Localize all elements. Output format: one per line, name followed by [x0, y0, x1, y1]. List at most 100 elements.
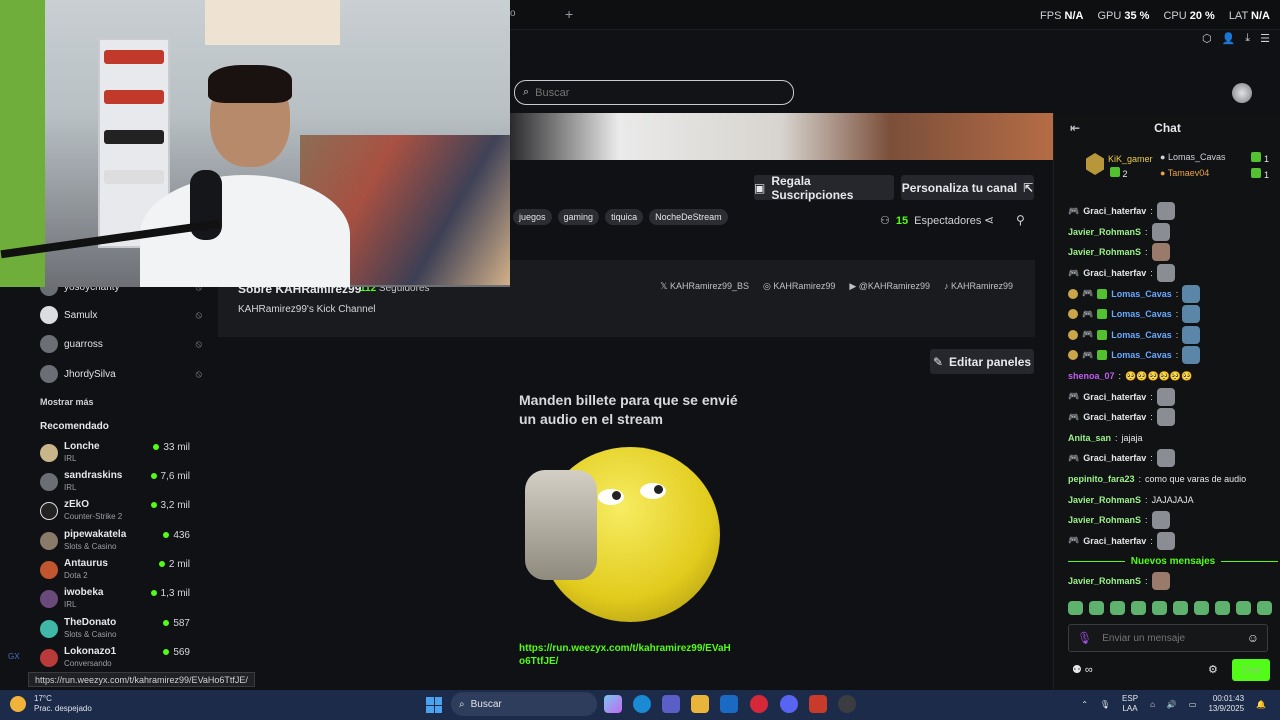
network-icon[interactable]: ⌂	[1150, 700, 1155, 709]
send-chat-button[interactable]: Chat	[1232, 659, 1270, 681]
battery-icon[interactable]: ▭	[1189, 700, 1197, 709]
chat-username[interactable]: Graci_haterfav	[1083, 392, 1146, 402]
emote-icon[interactable]	[1194, 601, 1209, 615]
follow-user-icon[interactable]: ⚲	[1016, 213, 1025, 227]
search-input[interactable]	[535, 86, 766, 99]
chat-username[interactable]: Lomas_Cavas	[1111, 330, 1172, 340]
chat-username[interactable]: Lomas_Cavas	[1111, 289, 1172, 299]
outlook-icon[interactable]	[720, 695, 738, 713]
chat-username[interactable]: Javier_RohmanS	[1068, 576, 1141, 586]
emote-icon[interactable]	[1215, 601, 1230, 615]
edge-icon[interactable]	[633, 695, 651, 713]
x-link[interactable]: 𝕏 KAHRamirez99_BS	[660, 281, 749, 292]
leader-name[interactable]: ● Lomas_Cavas	[1160, 152, 1225, 162]
tag-juegos[interactable]: juegos	[513, 209, 552, 225]
youtube-link[interactable]: ▶ @KAHRamirez99	[849, 281, 930, 292]
show-more-link[interactable]: Mostrar más	[40, 397, 94, 407]
customize-channel-button[interactable]: Personaliza tu canal ⇱	[901, 175, 1034, 200]
chat-input-box[interactable]: 🎙 ☺	[1068, 624, 1268, 652]
leader-name[interactable]: ● Tamaev04	[1160, 168, 1209, 178]
emoji-icon[interactable]: ☺	[1247, 631, 1259, 645]
emote-icon[interactable]	[1236, 601, 1251, 615]
chevron-up-icon[interactable]: ⌃	[1081, 700, 1088, 709]
search-box[interactable]: ⌕	[514, 80, 794, 105]
points-icon[interactable]: ⚉ ∞	[1072, 663, 1093, 676]
chat-username[interactable]: Graci_haterfav	[1083, 536, 1146, 546]
notification-icon[interactable]: 🔔	[1256, 700, 1266, 709]
new-tab-icon[interactable]: +	[565, 6, 573, 22]
app-icon[interactable]	[809, 695, 827, 713]
emote-icon[interactable]	[1131, 601, 1146, 615]
chat-username[interactable]: Graci_haterfav	[1083, 453, 1146, 463]
tiktok-link[interactable]: ♪ KAHRamirez99	[944, 281, 1013, 292]
chat-username[interactable]: Lomas_Cavas	[1111, 350, 1172, 360]
panel-title: Manden billete para que se envié un audi…	[519, 392, 738, 427]
emote-icon[interactable]	[1173, 601, 1188, 615]
tab-fragment[interactable]: o	[510, 8, 516, 19]
recommended-item[interactable]: Antaurus Dota 2 2 mil	[40, 557, 190, 583]
tag-tiquica[interactable]: tiquica	[605, 209, 644, 225]
file-explorer-icon[interactable]	[691, 695, 709, 713]
tag-gaming[interactable]: gaming	[557, 209, 600, 225]
user-avatar[interactable]	[1232, 83, 1252, 103]
menu-icon[interactable]: ☰	[1260, 32, 1270, 45]
emote-icon[interactable]	[1110, 601, 1125, 615]
chat-message: 🎮 Lomas_Cavas:	[1068, 283, 1278, 304]
recommended-item[interactable]: Lonche IRL 33 mil	[40, 440, 190, 466]
chat-username[interactable]: Javier_RohmanS	[1068, 227, 1141, 237]
chat-username[interactable]: shenoa_07	[1068, 371, 1115, 381]
emote-icon[interactable]	[1152, 601, 1167, 615]
gift-subs-button[interactable]: ▣ Regala Suscripciones	[754, 174, 894, 202]
chat-username[interactable]: Javier_RohmanS	[1068, 515, 1141, 525]
app-icon[interactable]	[838, 695, 856, 713]
sub-badge-icon	[1097, 309, 1108, 320]
chat-username[interactable]: Graci_haterfav	[1083, 206, 1146, 216]
windows-start-icon[interactable]	[426, 697, 442, 713]
chat-username[interactable]: Anita_san	[1068, 433, 1111, 443]
recommended-item[interactable]: TheDonato Slots & Casino 587	[40, 616, 190, 642]
recommended-item[interactable]: zEkO Counter-Strike 2 3,2 mil	[40, 498, 190, 524]
clock[interactable]: 00:01:43 13/9/2025	[1208, 694, 1244, 714]
following-item[interactable]: guarross ⦸	[40, 334, 202, 354]
recommended-item[interactable]: Lokonazo1 Conversando 569	[40, 645, 190, 671]
rail-label[interactable]: GX	[8, 652, 20, 661]
download-icon[interactable]: ⤓	[1245, 32, 1250, 45]
settings-gear-icon[interactable]: ⚙	[1208, 663, 1218, 676]
taskbar-search[interactable]: ⌕ Buscar	[451, 692, 597, 716]
account-icon[interactable]: 👤	[1222, 32, 1236, 45]
recommended-item[interactable]: sandraskins IRL 7,6 mil	[40, 469, 190, 495]
mod-badge-icon: 🎮	[1068, 411, 1080, 422]
emote-icon[interactable]	[1089, 601, 1104, 615]
edit-panels-button[interactable]: ✎ Editar paneles	[930, 349, 1034, 374]
recommended-item[interactable]: iwobeka IRL 1,3 mil	[40, 586, 190, 612]
microphone-icon[interactable]: 🎙	[1077, 631, 1092, 645]
share-icon[interactable]: ⋖	[984, 213, 994, 227]
instagram-link[interactable]: ◎ KAHRamirez99	[763, 281, 835, 292]
language-indicator[interactable]: ESP LAA	[1122, 694, 1138, 714]
emote-icon[interactable]	[1257, 601, 1272, 615]
chat-username[interactable]: Graci_haterfav	[1083, 268, 1146, 278]
opera-gx-icon[interactable]	[750, 695, 768, 713]
chat-input[interactable]	[1102, 632, 1237, 644]
weather-widget[interactable]: 17°C Prac. despejado	[10, 694, 92, 714]
recommended-item[interactable]: pipewakatela Slots & Casino 436	[40, 528, 190, 554]
discord-icon[interactable]	[780, 695, 798, 713]
extensions-icon[interactable]: ⬡	[1202, 32, 1212, 45]
leader-name[interactable]: KiK_gamer	[1108, 154, 1153, 164]
copilot-icon[interactable]	[604, 695, 622, 713]
chat-username[interactable]: Javier_RohmanS	[1068, 247, 1141, 257]
browser-toolbar-icons: ⬡ 👤 ⤓ ☰	[1202, 32, 1270, 45]
following-item[interactable]: JhordySilva ⦸	[40, 364, 202, 384]
emote-icon[interactable]	[1068, 601, 1083, 615]
panel-link[interactable]: https://run.weezyx.com/t/kahramirez99/EV…	[519, 642, 734, 668]
chat-username[interactable]: pepinito_fara23	[1068, 474, 1135, 484]
following-item[interactable]: Samulx ⦸	[40, 305, 202, 325]
collapse-chat-icon[interactable]: ⇤	[1070, 121, 1080, 135]
microphone-icon[interactable]: 🎙	[1100, 700, 1110, 709]
volume-icon[interactable]: 🔊	[1167, 700, 1177, 709]
chat-username[interactable]: Lomas_Cavas	[1111, 309, 1172, 319]
chat-username[interactable]: Javier_RohmanS	[1068, 495, 1141, 505]
teams-icon[interactable]	[662, 695, 680, 713]
tag-nochedestream[interactable]: NocheDeStream	[649, 209, 728, 225]
chat-username[interactable]: Graci_haterfav	[1083, 412, 1146, 422]
